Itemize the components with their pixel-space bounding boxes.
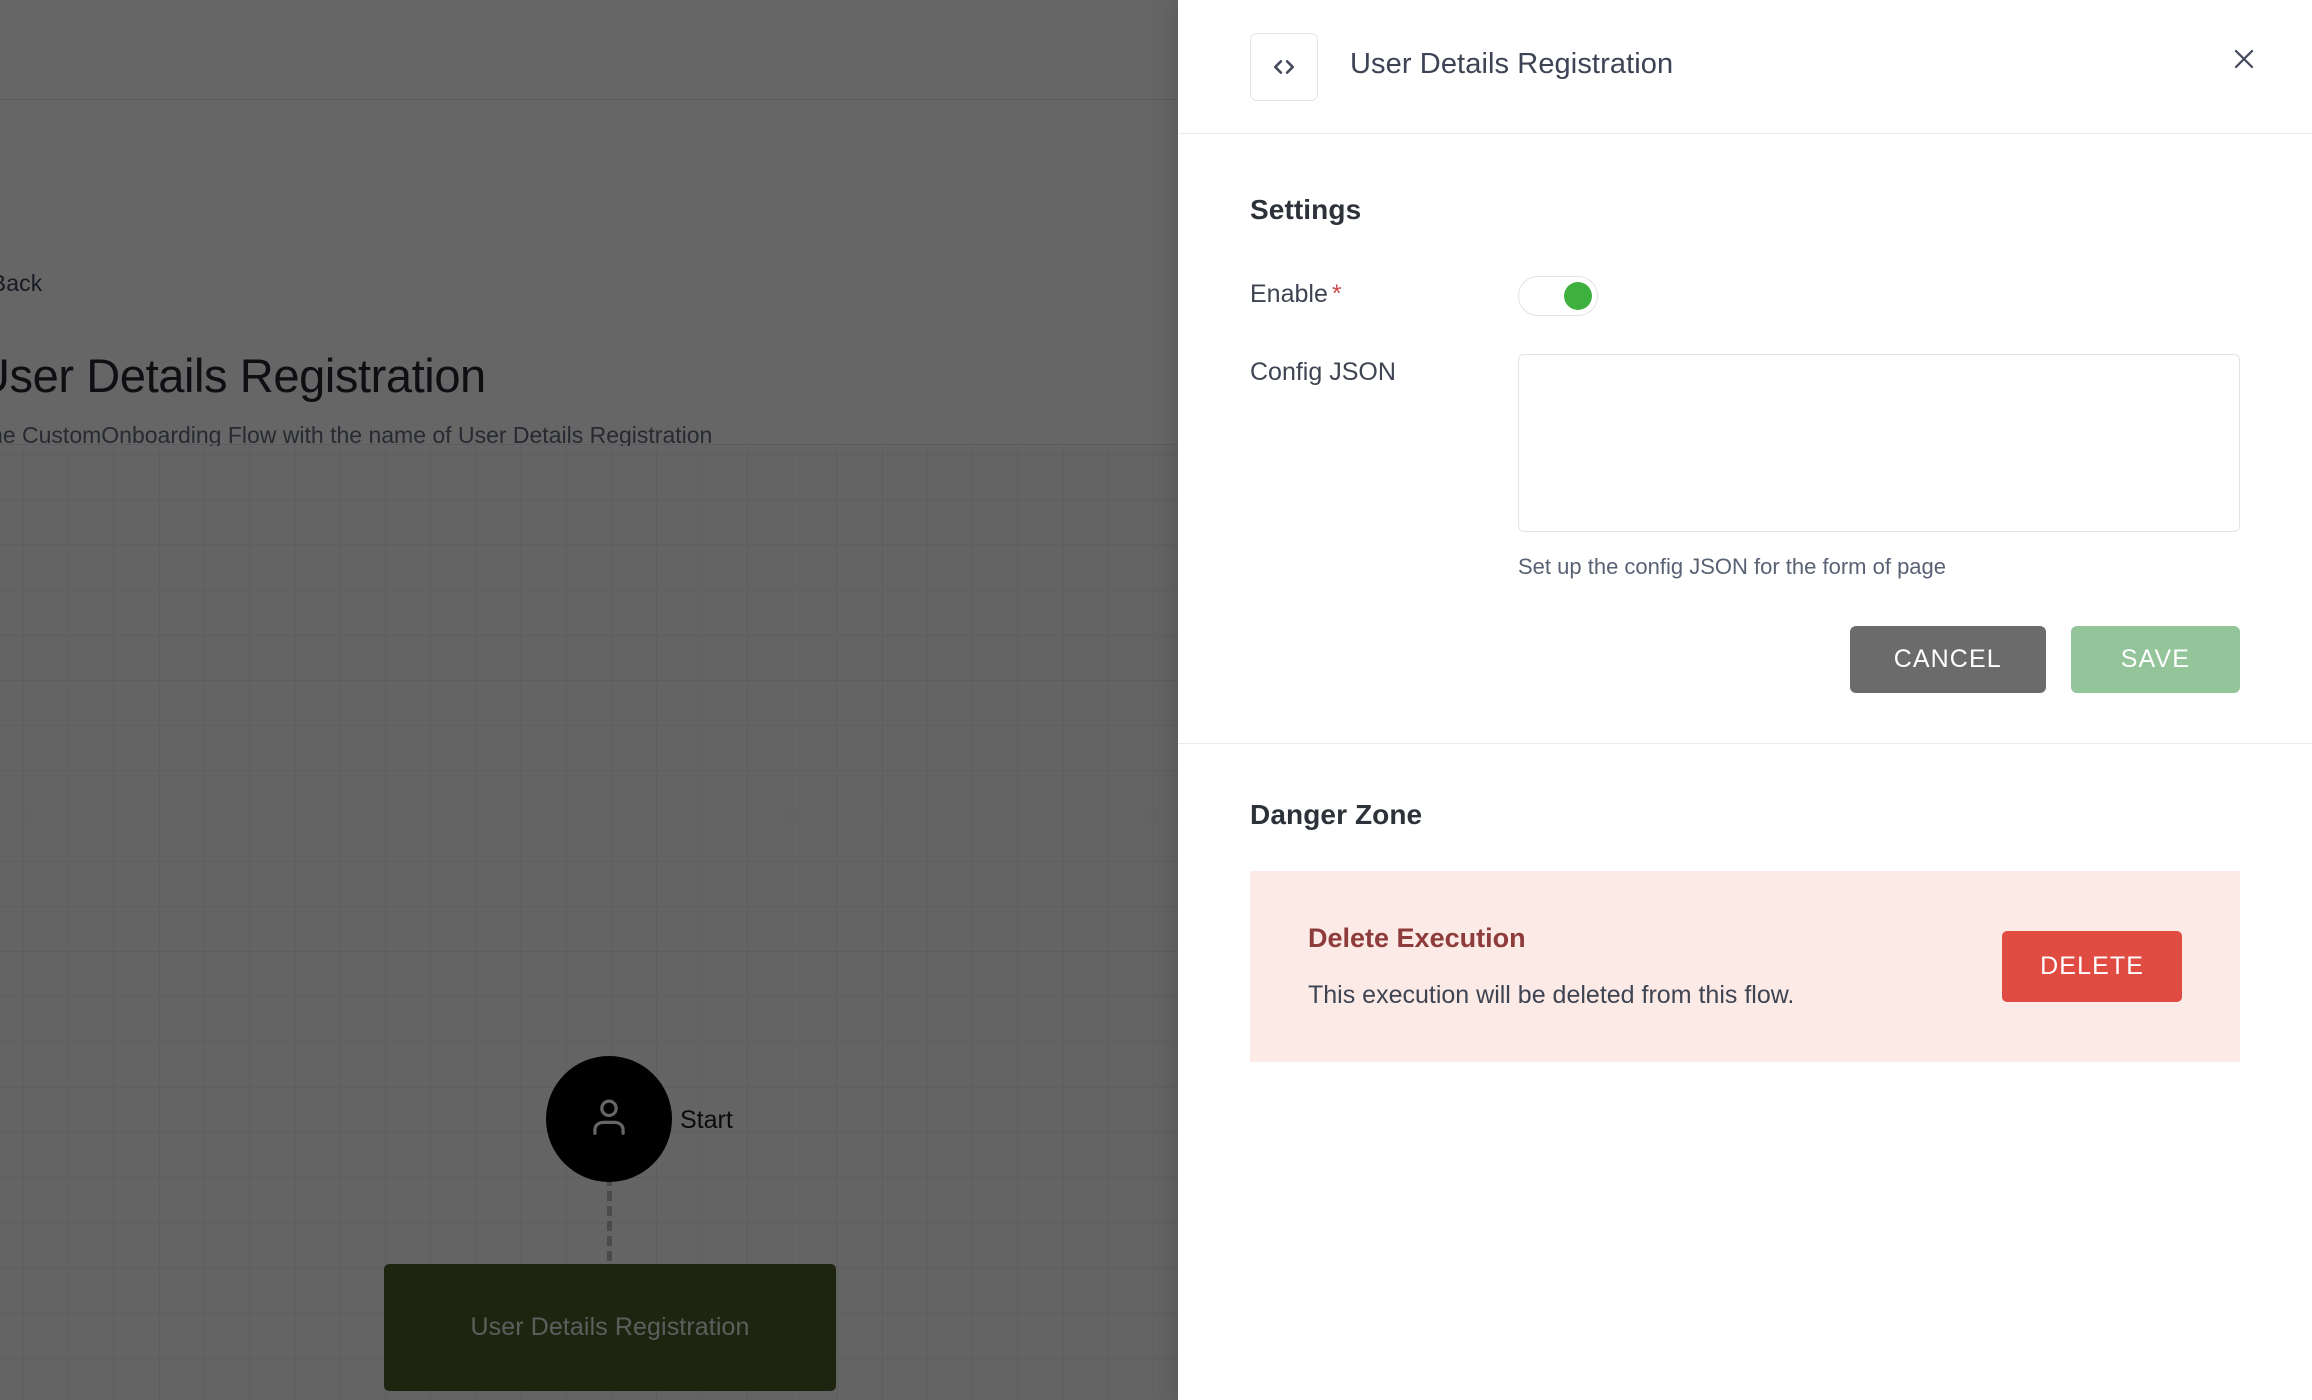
enable-toggle[interactable]	[1518, 276, 1598, 316]
code-brackets-icon	[1269, 52, 1299, 82]
config-json-label: Config JSON	[1250, 358, 1396, 386]
config-json-input[interactable]	[1518, 354, 2240, 532]
modal-dim-overlay[interactable]	[0, 0, 1178, 1400]
drawer-title: User Details Registration	[1350, 48, 1674, 80]
settings-action-row: CANCEL SAVE	[1250, 626, 2240, 743]
required-marker: *	[1331, 280, 1342, 308]
background-app: ‹Back User Details Registration The Cust…	[0, 0, 1178, 1400]
config-json-field-row: Config JSON Set up the config JSON for t…	[1250, 354, 2240, 580]
enable-toggle-knob	[1564, 282, 1592, 310]
danger-zone-section: Danger Zone	[1178, 799, 2312, 831]
drawer-header: User Details Registration	[1178, 0, 2312, 134]
enable-label: Enable *	[1250, 276, 1518, 309]
code-icon-button[interactable]	[1250, 33, 1318, 101]
danger-zone-title: Danger Zone	[1250, 799, 1423, 830]
close-button[interactable]	[2221, 38, 2267, 84]
config-json-help-text: Set up the config JSON for the form of p…	[1518, 554, 1947, 579]
enable-field-row: Enable *	[1250, 276, 2240, 316]
settings-section-title: Settings	[1250, 194, 1362, 225]
save-button[interactable]: SAVE	[2070, 626, 2240, 693]
cancel-button[interactable]: CANCEL	[1849, 626, 2046, 693]
delete-execution-description: This execution will be deleted from this…	[1308, 981, 1795, 1009]
details-drawer: User Details Registration Settings Enabl…	[1178, 0, 2312, 1400]
delete-button[interactable]: DELETE	[2002, 931, 2182, 1002]
delete-execution-heading: Delete Execution	[1308, 923, 1526, 953]
settings-section: Settings Enable * Config JSON Set up the …	[1178, 194, 2312, 743]
close-icon	[2228, 43, 2260, 80]
section-divider	[1178, 743, 2312, 744]
enable-label-text: Enable	[1250, 280, 1328, 308]
delete-execution-card: Delete Execution This execution will be …	[1250, 871, 2240, 1062]
